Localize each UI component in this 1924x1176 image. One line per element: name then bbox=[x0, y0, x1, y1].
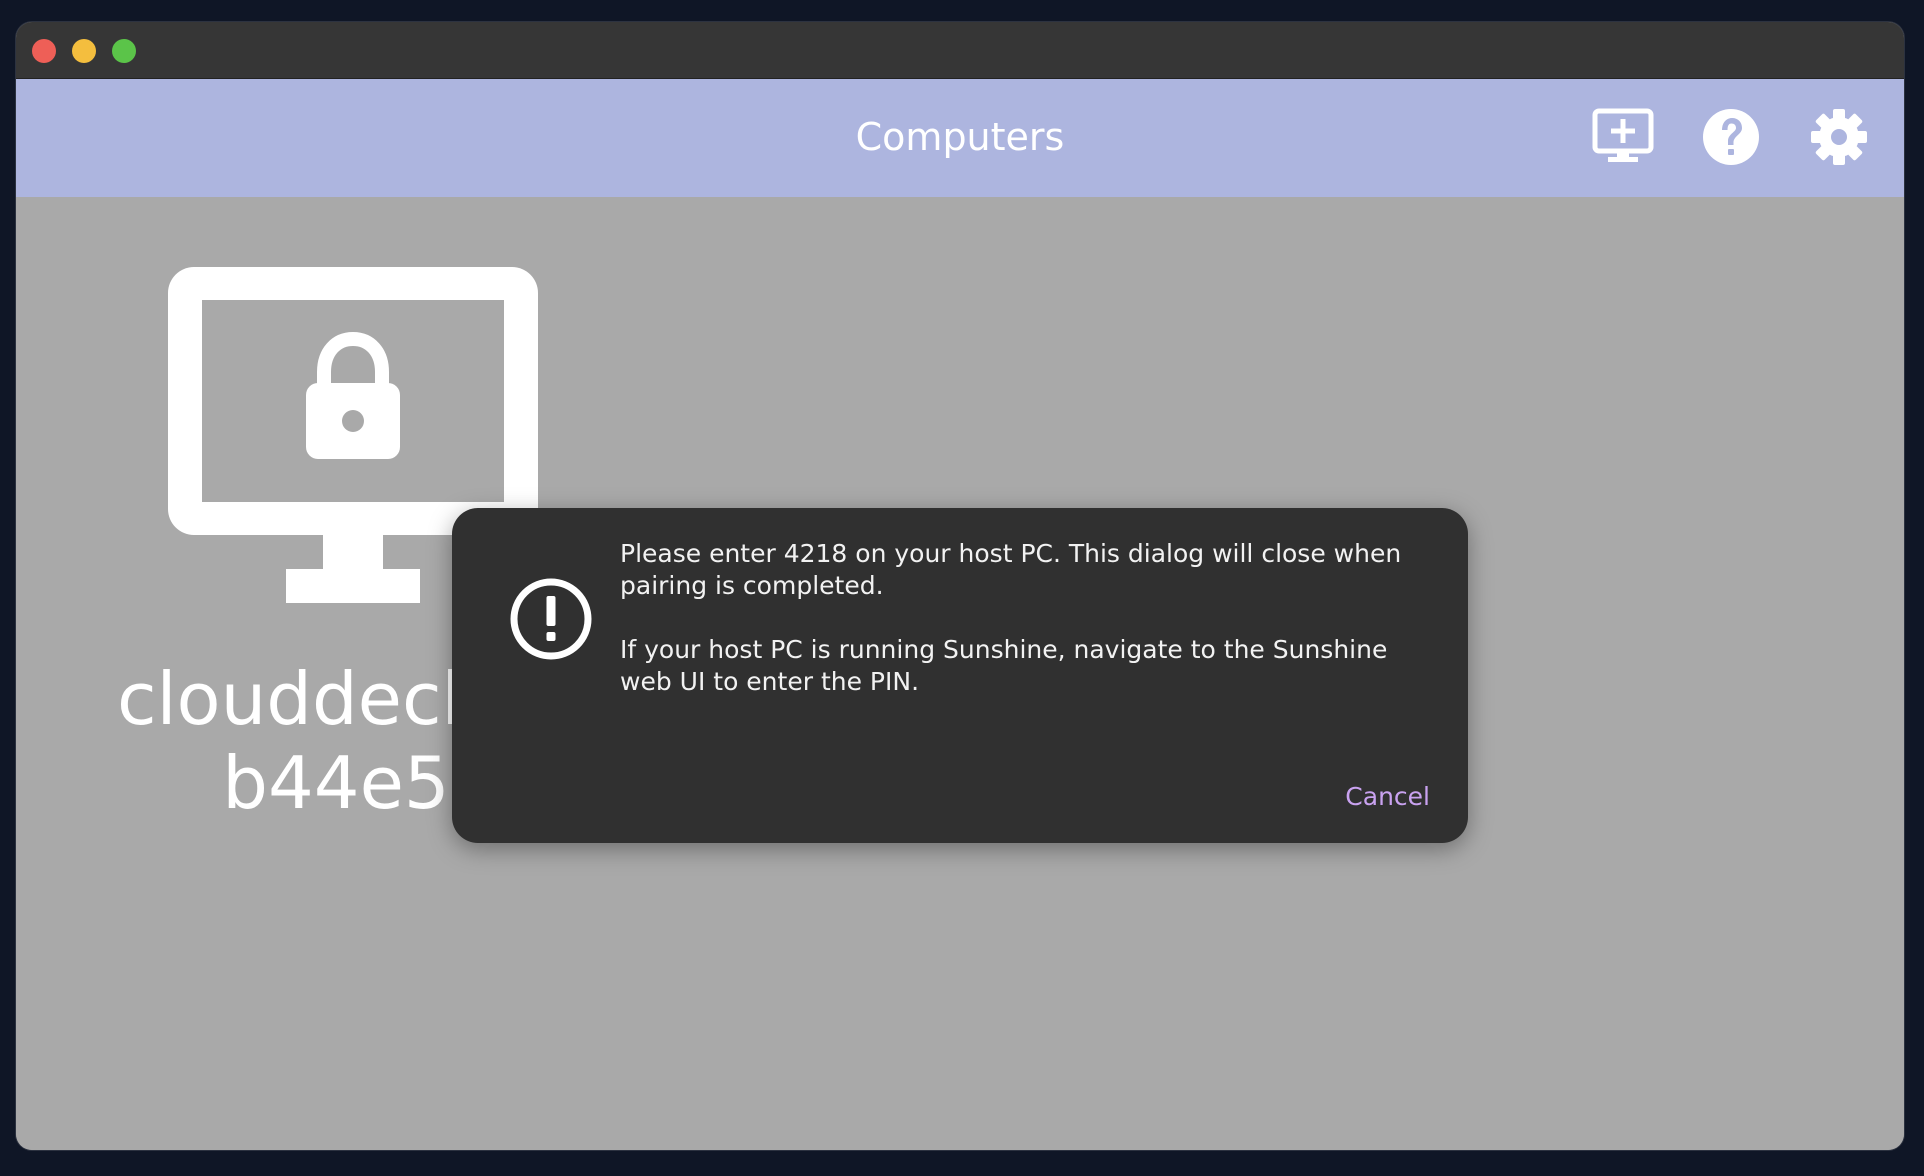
alert-circle-icon bbox=[510, 578, 592, 660]
minimize-window-button[interactable] bbox=[72, 39, 96, 63]
help-icon bbox=[1703, 109, 1759, 165]
zoom-window-button[interactable] bbox=[112, 39, 136, 63]
computer-tile[interactable]: clouddeck-3 b44e5 bbox=[36, 227, 555, 827]
cancel-button[interactable]: Cancel bbox=[1345, 782, 1430, 811]
settings-button[interactable] bbox=[1806, 104, 1872, 170]
gear-icon bbox=[1811, 109, 1867, 165]
add-pc-button[interactable] bbox=[1590, 104, 1656, 170]
close-window-button[interactable] bbox=[32, 39, 56, 63]
dialog-message-line1: Please enter 4218 on your host PC. This … bbox=[620, 539, 1402, 600]
help-button[interactable] bbox=[1698, 104, 1764, 170]
dialog-message: Please enter 4218 on your host PC. This … bbox=[620, 538, 1420, 730]
app-window: Computers clouddeck-3 b44e5 Please enter… bbox=[16, 22, 1904, 1150]
pairing-dialog: Please enter 4218 on your host PC. This … bbox=[452, 508, 1468, 843]
dialog-message-line2: If your host PC is running Sunshine, nav… bbox=[620, 635, 1388, 696]
add-display-icon bbox=[1592, 108, 1654, 162]
title-bar bbox=[16, 22, 1904, 79]
toolbar: Computers bbox=[16, 79, 1904, 197]
